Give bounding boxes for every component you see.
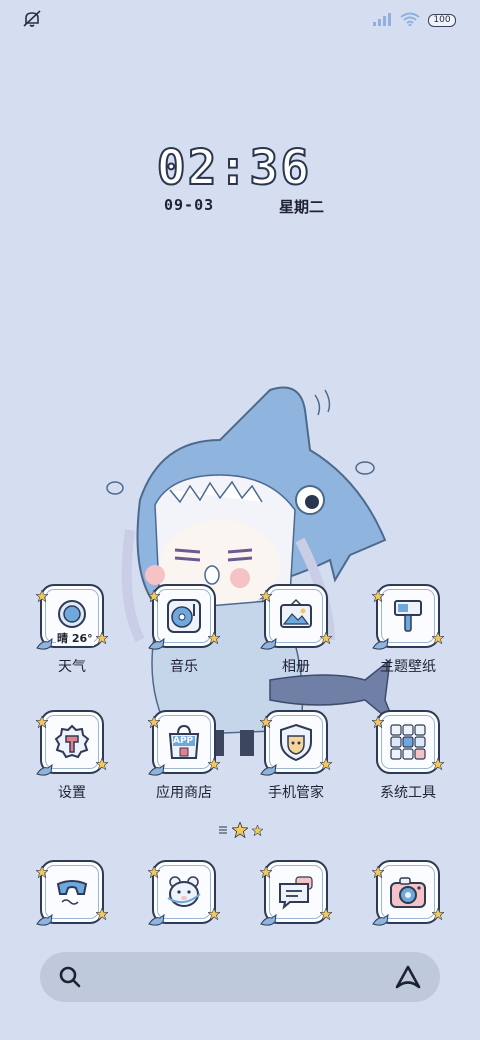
app-label: 手机管家 [268,785,324,801]
app-label: 应用商店 [156,785,212,801]
app-label: 音乐 [170,659,198,675]
camera-icon [372,860,444,926]
music-icon [148,584,220,650]
app-store-icon: APP [148,710,220,776]
app-label: 相册 [282,659,310,675]
assistant-icon[interactable] [394,964,422,994]
page-list-icon [218,826,227,834]
contacts-icon [148,860,220,926]
clock-date: 09-03 [164,196,215,214]
gallery-icon [260,584,332,650]
page-indicator[interactable] [0,822,480,838]
app-phone-manager[interactable]: 手机管家 [246,710,346,802]
app-label: 主题壁纸 [380,659,436,675]
signal-icon [372,11,392,30]
clock-weekday: 星期二 [278,198,324,216]
dock-phone[interactable] [22,860,122,926]
app-system-tools[interactable]: 系统工具 [358,710,458,802]
page-dot-active-star-icon [231,822,248,838]
weather-icon: 晴 26° [36,584,108,650]
app-store[interactable]: APP 应用商店 [134,710,234,802]
weather-badge: 晴 26° [56,630,94,646]
clock-time: 02:36 [156,139,312,197]
app-store-badge: APP [173,736,194,746]
wifi-icon [400,11,420,30]
app-theme[interactable]: 主题壁纸 [358,584,458,676]
app-label: 设置 [58,785,86,801]
search-bar[interactable] [40,952,440,1002]
app-gallery[interactable]: 相册 [246,584,346,676]
phone-manager-icon [260,710,332,776]
status-bar: 100 [0,0,480,40]
messages-icon [260,860,332,926]
page-dot-star-icon [251,824,263,836]
app-label: 天气 [58,659,86,675]
mute-bell-icon [22,10,42,32]
phone-icon [36,860,108,926]
dock-camera[interactable] [358,860,458,926]
theme-icon [372,584,444,650]
battery-icon: 100 [428,14,456,27]
app-weather[interactable]: 晴 26° 天气 [22,584,122,676]
dock-contacts[interactable] [134,860,234,926]
system-tools-icon [372,710,444,774]
clock-widget[interactable]: 02:36 09-03 星期二 [0,139,480,216]
search-icon[interactable] [58,965,82,993]
wallpaper-shark-girl-illustration [100,380,400,760]
app-settings[interactable]: 设置 [22,710,122,802]
app-music[interactable]: 音乐 [134,584,234,676]
app-label: 系统工具 [380,785,436,801]
dock-messages[interactable] [246,860,346,926]
settings-icon [36,710,108,776]
